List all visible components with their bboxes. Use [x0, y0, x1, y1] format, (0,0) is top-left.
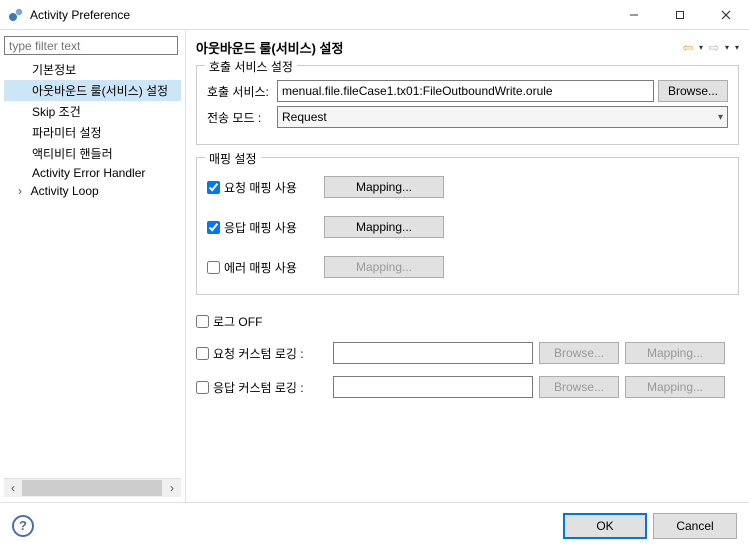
minimize-button[interactable]	[611, 0, 657, 30]
tree-item-activity-loop[interactable]: › Activity Loop	[4, 182, 181, 200]
tree-item-basic[interactable]: 기본정보	[4, 59, 181, 80]
request-mapping-label: 요청 매핑 사용	[224, 179, 320, 196]
mode-value: Request	[282, 110, 327, 124]
nav-back-button[interactable]: ⇦	[679, 40, 697, 56]
response-mapping-button[interactable]: Mapping...	[324, 216, 444, 238]
maximize-button[interactable]	[657, 0, 703, 30]
mode-label: 전송 모드 :	[207, 109, 277, 126]
arrow-left-icon: ⇦	[683, 40, 694, 56]
horizontal-scrollbar[interactable]: ‹ ›	[4, 478, 181, 496]
close-button[interactable]	[703, 0, 749, 30]
service-group: 호출 서비스 설정 호출 서비스: Browse... 전송 모드 : Requ…	[196, 65, 739, 145]
service-input[interactable]	[277, 80, 654, 102]
scroll-thumb[interactable]	[22, 480, 162, 496]
tree-item-error-handler[interactable]: Activity Error Handler	[4, 164, 181, 182]
cancel-button[interactable]: Cancel	[653, 513, 737, 539]
scroll-left-icon[interactable]: ‹	[4, 479, 22, 497]
tree-item-label: Activity Loop	[31, 184, 99, 198]
ok-button[interactable]: OK	[563, 513, 647, 539]
chevron-right-icon: ›	[18, 184, 28, 198]
main-panel: 아웃바운드 룰(서비스) 설정 ⇦ ▾ ⇨ ▾ ▾ 호출 서비스 설정 호출 서…	[186, 30, 749, 502]
response-logging-input[interactable]	[333, 376, 533, 398]
dialog-footer: ? OK Cancel	[0, 502, 749, 548]
request-logging-mapping-button: Mapping...	[625, 342, 725, 364]
error-mapping-checkbox[interactable]	[207, 261, 220, 274]
request-logging-browse-button: Browse...	[539, 342, 619, 364]
service-browse-button[interactable]: Browse...	[658, 80, 728, 102]
request-logging-checkbox[interactable]	[196, 347, 209, 360]
nav-forward-dropdown[interactable]: ▾	[725, 43, 729, 52]
log-off-label: 로그 OFF	[213, 313, 262, 330]
mode-select[interactable]: Request ▾	[277, 106, 728, 128]
tree-item-outbound-rule[interactable]: 아웃바운드 룰(서비스) 설정	[4, 80, 181, 101]
tree-item-skip[interactable]: Skip 조건	[4, 101, 181, 122]
sidebar: 기본정보 아웃바운드 룰(서비스) 설정 Skip 조건 파라미터 설정 액티비…	[0, 30, 186, 502]
nav-back-dropdown[interactable]: ▾	[699, 43, 703, 52]
response-logging-label: 응답 커스텀 로깅 :	[213, 379, 333, 396]
help-button[interactable]: ?	[12, 515, 34, 537]
mapping-group-title: 매핑 설정	[205, 150, 261, 167]
response-mapping-label: 응답 매핑 사용	[224, 219, 320, 236]
nav-menu-dropdown[interactable]: ▾	[735, 43, 739, 52]
error-mapping-label: 에러 매핑 사용	[224, 259, 320, 276]
scroll-track[interactable]	[22, 479, 163, 497]
service-label: 호출 서비스:	[207, 83, 277, 100]
title-bar: Activity Preference	[0, 0, 749, 30]
request-mapping-checkbox[interactable]	[207, 181, 220, 194]
request-logging-input[interactable]	[333, 342, 533, 364]
response-logging-browse-button: Browse...	[539, 376, 619, 398]
response-logging-checkbox[interactable]	[196, 381, 209, 394]
service-group-title: 호출 서비스 설정	[205, 58, 297, 75]
response-mapping-checkbox[interactable]	[207, 221, 220, 234]
filter-input[interactable]	[4, 36, 178, 55]
error-mapping-button: Mapping...	[324, 256, 444, 278]
arrow-right-icon: ⇨	[709, 40, 720, 56]
tree-item-activity-handler[interactable]: 액티비티 핸들러	[4, 143, 181, 164]
app-icon	[8, 7, 24, 23]
response-logging-mapping-button: Mapping...	[625, 376, 725, 398]
page-title: 아웃바운드 룰(서비스) 설정	[196, 38, 679, 57]
scroll-right-icon[interactable]: ›	[163, 479, 181, 497]
request-logging-label: 요청 커스텀 로깅 :	[213, 345, 333, 362]
window-title: Activity Preference	[30, 8, 611, 22]
nav-forward-button: ⇨	[705, 40, 723, 56]
mapping-group: 매핑 설정 요청 매핑 사용 Mapping... 응답 매핑 사용 Mappi…	[196, 157, 739, 295]
chevron-down-icon: ▾	[718, 112, 723, 123]
nav-tree[interactable]: 기본정보 아웃바운드 룰(서비스) 설정 Skip 조건 파라미터 설정 액티비…	[4, 59, 181, 200]
request-mapping-button[interactable]: Mapping...	[324, 176, 444, 198]
tree-item-parameter[interactable]: 파라미터 설정	[4, 122, 181, 143]
log-off-checkbox[interactable]	[196, 315, 209, 328]
